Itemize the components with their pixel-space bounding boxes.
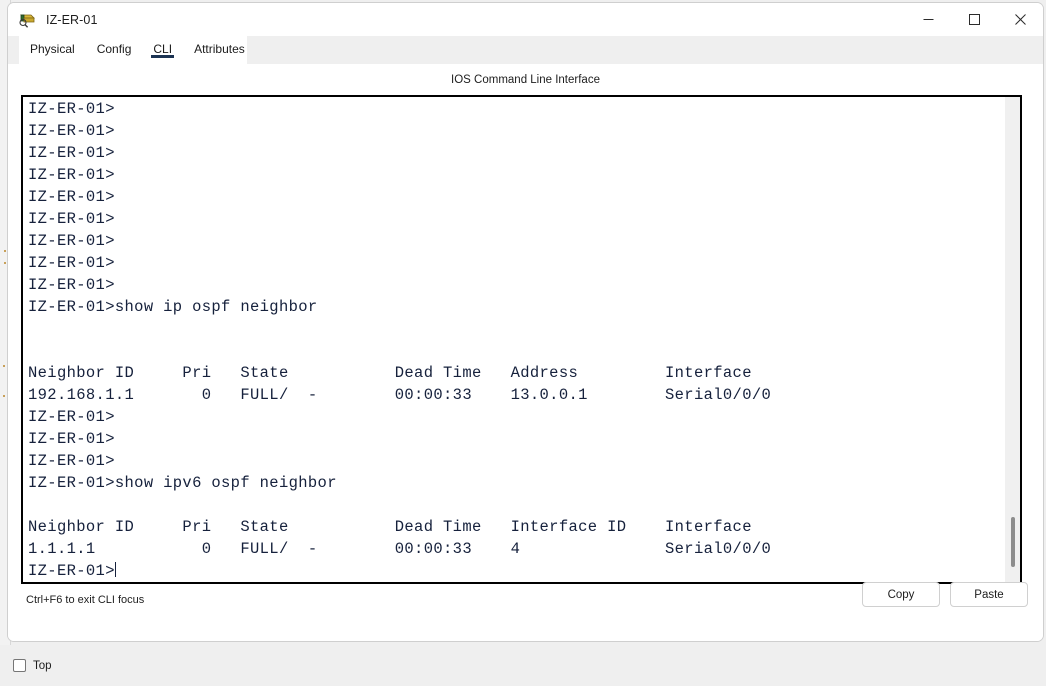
terminal-output-text: IZ-ER-01> IZ-ER-01> IZ-ER-01> IZ-ER-01> … bbox=[28, 100, 772, 558]
tab-physical-label: Physical bbox=[30, 42, 75, 56]
window-title: IZ-ER-01 bbox=[46, 12, 98, 27]
tab-physical[interactable]: Physical bbox=[19, 36, 86, 64]
tab-config-label: Config bbox=[96, 42, 132, 56]
active-tab-indicator bbox=[151, 55, 175, 58]
tab-attributes-label: Attributes bbox=[194, 42, 245, 56]
top-checkbox[interactable] bbox=[13, 659, 26, 672]
cli-focus-hint: Ctrl+F6 to exit CLI focus bbox=[26, 594, 145, 606]
paste-button[interactable]: Paste bbox=[950, 582, 1028, 607]
tab-cli[interactable]: CLI bbox=[142, 36, 183, 64]
device-window: IZ-ER-01 Physical Config CLI Attributes … bbox=[7, 2, 1044, 642]
tab-attributes[interactable]: Attributes bbox=[183, 36, 256, 64]
top-checkbox-label: Top bbox=[33, 659, 52, 672]
cli-caption: IOS Command Line Interface bbox=[451, 74, 600, 86]
terminal-scrollbar-thumb[interactable] bbox=[1011, 517, 1015, 567]
cli-terminal[interactable]: IZ-ER-01> IZ-ER-01> IZ-ER-01> IZ-ER-01> … bbox=[21, 95, 1022, 584]
terminal-last-prompt: IZ-ER-01> bbox=[28, 562, 115, 580]
title-bar: IZ-ER-01 bbox=[8, 3, 1043, 36]
maximize-button[interactable] bbox=[951, 3, 997, 36]
bottom-bar: Top bbox=[0, 645, 1046, 686]
terminal-output: IZ-ER-01> IZ-ER-01> IZ-ER-01> IZ-ER-01> … bbox=[28, 98, 998, 582]
tab-strip: Physical Config CLI Attributes bbox=[8, 36, 1043, 64]
terminal-scrollbar[interactable] bbox=[1005, 97, 1020, 582]
router-device-icon bbox=[18, 11, 36, 29]
copy-button[interactable]: Copy bbox=[862, 582, 940, 607]
terminal-cursor bbox=[114, 562, 116, 577]
close-button[interactable] bbox=[997, 3, 1043, 36]
cli-panel: IOS Command Line Interface IZ-ER-01> IZ-… bbox=[8, 64, 1043, 641]
tab-cli-label: CLI bbox=[153, 42, 173, 56]
window-controls bbox=[905, 3, 1043, 36]
cli-action-buttons: Copy Paste bbox=[862, 582, 1028, 607]
minimize-button[interactable] bbox=[905, 3, 951, 36]
tab-config[interactable]: Config bbox=[86, 36, 143, 64]
